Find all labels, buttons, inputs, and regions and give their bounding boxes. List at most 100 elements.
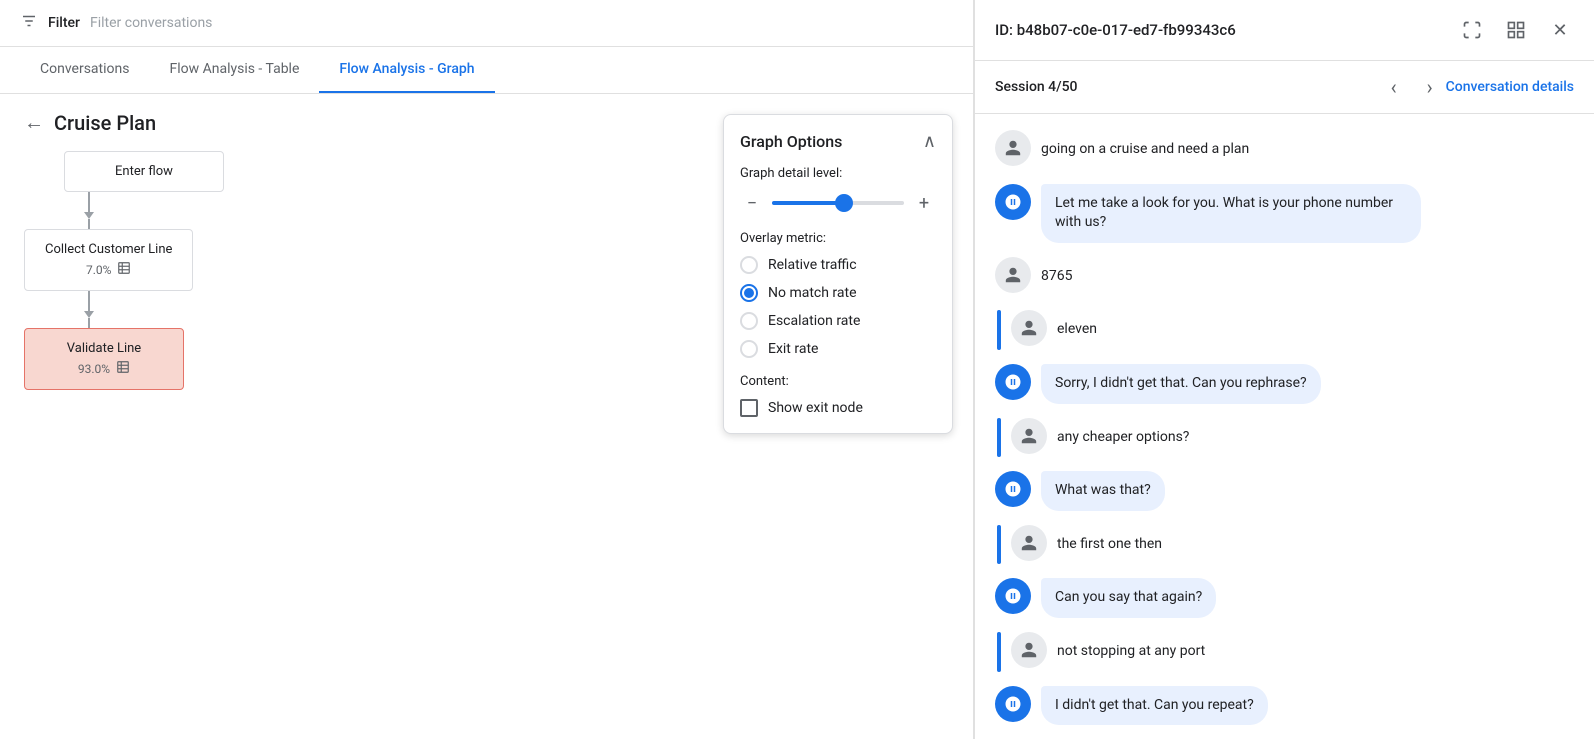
chat-bubble-msg10: not stopping at any port	[1057, 632, 1205, 672]
graph-detail-label: Graph detail level:	[740, 166, 936, 181]
node-label-enter-flow: Enter flow	[115, 164, 173, 179]
chat-bubble-msg5: Sorry, I didn't get that. Can you rephra…	[1041, 364, 1321, 404]
chat-row-msg5: Sorry, I didn't get that. Can you rephra…	[995, 364, 1574, 404]
left-panel: Filter Filter conversations Conversation…	[0, 0, 974, 739]
node-label-collect: Collect Customer Line	[45, 242, 172, 257]
radio-escalation-rate[interactable]: Escalation rate	[740, 312, 936, 330]
user-avatar	[995, 130, 1031, 166]
radio-label-escalation: Escalation rate	[768, 313, 860, 329]
nav-arrows: ‹ ›	[1378, 71, 1446, 103]
flow-node-validate-line[interactable]: Validate Line 93.0%	[24, 328, 184, 390]
node-percent-validate: 93.0%	[78, 362, 110, 376]
chat-bubble-msg8: the first one then	[1057, 525, 1162, 565]
flow-node-enter-flow[interactable]: Enter flow	[64, 151, 224, 192]
node-table-icon-collect	[117, 261, 131, 278]
chat-row-msg9: Can you say that again?	[995, 578, 1574, 618]
tab-flow-graph[interactable]: Flow Analysis - Graph	[319, 47, 494, 93]
node-table-icon-validate	[116, 360, 130, 377]
radio-circle-relative	[740, 256, 758, 274]
slider-increase-btn[interactable]: +	[912, 191, 936, 215]
tabs-bar: Conversations Flow Analysis - Table Flow…	[0, 47, 973, 94]
radio-relative-traffic[interactable]: Relative traffic	[740, 256, 936, 274]
graph-options-title: Graph Options	[740, 132, 842, 151]
user-avatar	[1011, 310, 1047, 346]
chat-row-msg6: any cheaper options?	[995, 418, 1574, 458]
chat-row-msg1: going on a cruise and need a plan	[995, 130, 1574, 170]
graph-options-panel: Graph Options ∧ Graph detail level: − + …	[723, 114, 953, 434]
chat-row-msg4: eleven	[995, 310, 1574, 350]
prev-session-btn[interactable]: ‹	[1378, 71, 1410, 103]
session-nav: Session 4/50 ‹ › Conversation details	[975, 61, 1594, 114]
chat-row-msg8: the first one then	[995, 525, 1574, 565]
chat-bubble-msg2: Let me take a look for you. What is your…	[1041, 184, 1421, 243]
filter-bar: Filter Filter conversations	[0, 0, 973, 47]
show-exit-node-label: Show exit node	[768, 400, 863, 416]
show-exit-node-checkbox[interactable]	[740, 399, 758, 417]
user-avatar	[1011, 418, 1047, 454]
graph-options-header: Graph Options ∧	[740, 131, 936, 152]
radio-circle-escalation	[740, 312, 758, 330]
radio-label-relative: Relative traffic	[768, 257, 857, 273]
escalation-indicator	[997, 418, 1001, 458]
radio-exit-rate[interactable]: Exit rate	[740, 340, 936, 358]
session-label: Session 4/50	[995, 79, 1378, 95]
chat-bubble-msg4: eleven	[1057, 310, 1097, 350]
fullscreen-icon[interactable]	[1458, 16, 1486, 44]
graph-options-collapse-btn[interactable]: ∧	[923, 131, 936, 152]
chat-bubble-msg3: 8765	[1041, 257, 1072, 297]
node-percent-collect: 7.0%	[86, 263, 111, 277]
slider-row: − +	[740, 191, 936, 215]
filter-label: Filter	[48, 15, 80, 31]
user-avatar	[1011, 632, 1047, 668]
content-area: ← Cruise Plan Enter flow Collect Custome…	[0, 94, 973, 739]
flow-connector-2	[84, 291, 94, 328]
close-icon[interactable]: ✕	[1546, 16, 1574, 44]
user-avatar	[1011, 525, 1047, 561]
chat-bubble-msg7: What was that?	[1041, 471, 1165, 511]
node-footer-validate: 93.0%	[45, 360, 163, 377]
bot-avatar	[995, 471, 1031, 507]
chat-row-msg3: 8765	[995, 257, 1574, 297]
node-label-validate: Validate Line	[45, 341, 163, 356]
escalation-indicator	[997, 525, 1001, 565]
slider-decrease-btn[interactable]: −	[740, 191, 764, 215]
content-section: Content: Show exit node	[740, 374, 936, 417]
node-footer-collect: 7.0%	[45, 261, 172, 278]
right-header-icons: ✕	[1458, 16, 1574, 44]
back-button[interactable]: ←	[24, 110, 44, 135]
chat-bubble-msg11: I didn't get that. Can you repeat?	[1041, 686, 1268, 726]
tab-conversations[interactable]: Conversations	[20, 47, 149, 93]
escalation-indicator	[997, 310, 1001, 350]
radio-label-exit: Exit rate	[768, 341, 818, 357]
content-label: Content:	[740, 374, 936, 389]
chat-row-msg11: I didn't get that. Can you repeat?	[995, 686, 1574, 726]
right-panel-header: ID: b48b07-c0e-017-ed7-fb99343c6 ✕	[975, 0, 1594, 61]
show-exit-node-checkbox-row[interactable]: Show exit node	[740, 399, 936, 417]
chat-area: going on a cruise and need a plan Let me …	[975, 114, 1594, 739]
next-session-btn[interactable]: ›	[1414, 71, 1446, 103]
graph-detail-slider[interactable]	[772, 201, 904, 205]
grid-icon[interactable]	[1502, 16, 1530, 44]
session-id-label: ID: b48b07-c0e-017-ed7-fb99343c6	[995, 21, 1458, 39]
conversation-details-link[interactable]: Conversation details	[1446, 79, 1574, 95]
radio-circle-no-match	[740, 284, 758, 302]
chat-row-msg10: not stopping at any port	[995, 632, 1574, 672]
chat-bubble-msg1: going on a cruise and need a plan	[1041, 130, 1249, 170]
chat-bubble-msg9: Can you say that again?	[1041, 578, 1216, 618]
right-panel: ID: b48b07-c0e-017-ed7-fb99343c6 ✕ Sessi…	[974, 0, 1594, 739]
overlay-radio-group: Relative traffic No match rate Escalatio…	[740, 256, 936, 358]
radio-no-match-rate[interactable]: No match rate	[740, 284, 936, 302]
bot-avatar	[995, 184, 1031, 220]
filter-icon	[20, 12, 38, 34]
user-avatar	[995, 257, 1031, 293]
flow-node-collect-customer-line[interactable]: Collect Customer Line 7.0%	[24, 229, 193, 291]
radio-circle-exit	[740, 340, 758, 358]
filter-input-placeholder[interactable]: Filter conversations	[90, 15, 212, 31]
bot-avatar	[995, 686, 1031, 722]
chat-row-msg7: What was that?	[995, 471, 1574, 511]
tab-flow-table[interactable]: Flow Analysis - Table	[149, 47, 319, 93]
radio-label-no-match: No match rate	[768, 285, 857, 301]
escalation-indicator	[997, 632, 1001, 672]
bot-avatar	[995, 578, 1031, 614]
page-title: Cruise Plan	[54, 111, 156, 135]
